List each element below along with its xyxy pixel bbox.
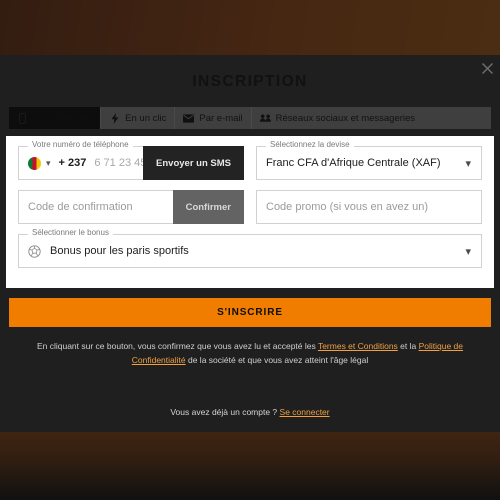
confirm-button[interactable]: Confirmer (172, 190, 244, 224)
tab-label: Réseaux sociaux et messageries (275, 112, 416, 124)
phone-field-col: Votre numéro de téléphone ▾ + 237 6 71 2… (18, 141, 244, 180)
close-icon[interactable] (476, 57, 498, 79)
login-link[interactable]: Se connecter (280, 407, 330, 417)
form-row-1: Votre numéro de téléphone ▾ + 237 6 71 2… (18, 141, 482, 180)
chevron-down-icon[interactable]: ▾ (46, 158, 51, 168)
currency-field-label: Sélectionnez la devise (266, 141, 354, 149)
form-row-3: Sélectionner le bonus Bonus pour les par… (18, 229, 482, 268)
bonus-select[interactable]: Sélectionner le bonus Bonus pour les par… (18, 229, 482, 268)
tab-label: En un clic (125, 112, 167, 124)
registration-method-tabs: Par téléphone En un clic Par e-mail Rése… (9, 107, 491, 129)
terms-and-conditions-link[interactable]: Termes et Conditions (318, 341, 398, 351)
login-question-text: Vous avez déjà un compte ? (170, 407, 278, 417)
promo-field-col: Code promo (si vous en avez un) (256, 190, 482, 224)
promo-code-input[interactable]: Code promo (si vous en avez un) (266, 201, 481, 213)
registration-modal: INSCRIPTION Par téléphone En un clic Par… (0, 56, 500, 430)
existing-account-prompt: Vous avez déjà un compte ? Se connecter (0, 407, 500, 417)
tab-reseaux-sociaux[interactable]: Réseaux sociaux et messageries (252, 107, 423, 129)
legal-disclaimer: En cliquant sur ce bouton, vous confirme… (28, 339, 472, 368)
confirmation-code-field[interactable]: Code de confirmation Confirmer (18, 190, 244, 224)
tab-label: Par téléphone (33, 112, 93, 124)
send-sms-button[interactable]: Envoyer un SMS (143, 146, 244, 180)
lightning-icon (109, 112, 120, 124)
promo-code-field[interactable]: Code promo (si vous en avez un) (256, 190, 482, 224)
confirmation-code-input[interactable]: Code de confirmation (28, 201, 173, 213)
tab-en-un-clic[interactable]: En un clic (101, 107, 176, 129)
page-title: INSCRIPTION (192, 73, 308, 90)
currency-selected-value: Franc CFA d'Afrique Centrale (XAF) (266, 157, 441, 169)
phone-field-label: Votre numéro de téléphone (28, 141, 133, 149)
bonus-selected-value: Bonus pour les paris sportifs (50, 245, 189, 257)
envelope-icon (183, 113, 195, 124)
legal-text-part2: et la (397, 341, 419, 351)
legal-text-part1: En cliquant sur ce bouton, vous confirme… (36, 341, 318, 351)
chevron-down-icon[interactable]: ▾ (465, 157, 471, 170)
registration-form-card: Votre numéro de téléphone ▾ + 237 6 71 2… (6, 136, 494, 288)
phone-number-field[interactable]: Votre numéro de téléphone ▾ + 237 6 71 2… (18, 141, 244, 180)
currency-select[interactable]: Sélectionnez la devise Franc CFA d'Afriq… (256, 141, 482, 180)
legal-text-part3: de la société et que vous avez atteint l… (185, 355, 369, 366)
tab-par-email[interactable]: Par e-mail (175, 107, 252, 129)
tab-par-telephone[interactable]: Par téléphone (9, 107, 102, 129)
bonus-field-col: Sélectionner le bonus Bonus pour les par… (18, 229, 482, 268)
tab-label: Par e-mail (199, 112, 243, 124)
social-group-icon (259, 113, 271, 124)
page-root: INSCRIPTION Par téléphone En un clic Par… (0, 0, 500, 500)
bonus-field-label: Sélectionner le bonus (28, 229, 113, 237)
phone-input[interactable]: 6 71 23 45 67 (94, 157, 143, 169)
phone-icon (17, 112, 28, 124)
register-submit-button[interactable]: S'INSCRIRE (9, 298, 491, 327)
currency-field-col: Sélectionnez la devise Franc CFA d'Afriq… (256, 141, 482, 180)
cameroon-flag-icon[interactable] (28, 156, 41, 170)
confirmation-field-col: Code de confirmation Confirmer (18, 190, 244, 224)
soccer-ball-icon (28, 244, 41, 258)
country-dial-code: + 237 (58, 157, 87, 169)
chevron-down-icon[interactable]: ▾ (465, 245, 471, 258)
form-row-2: Code de confirmation Confirmer Code prom… (18, 190, 482, 224)
